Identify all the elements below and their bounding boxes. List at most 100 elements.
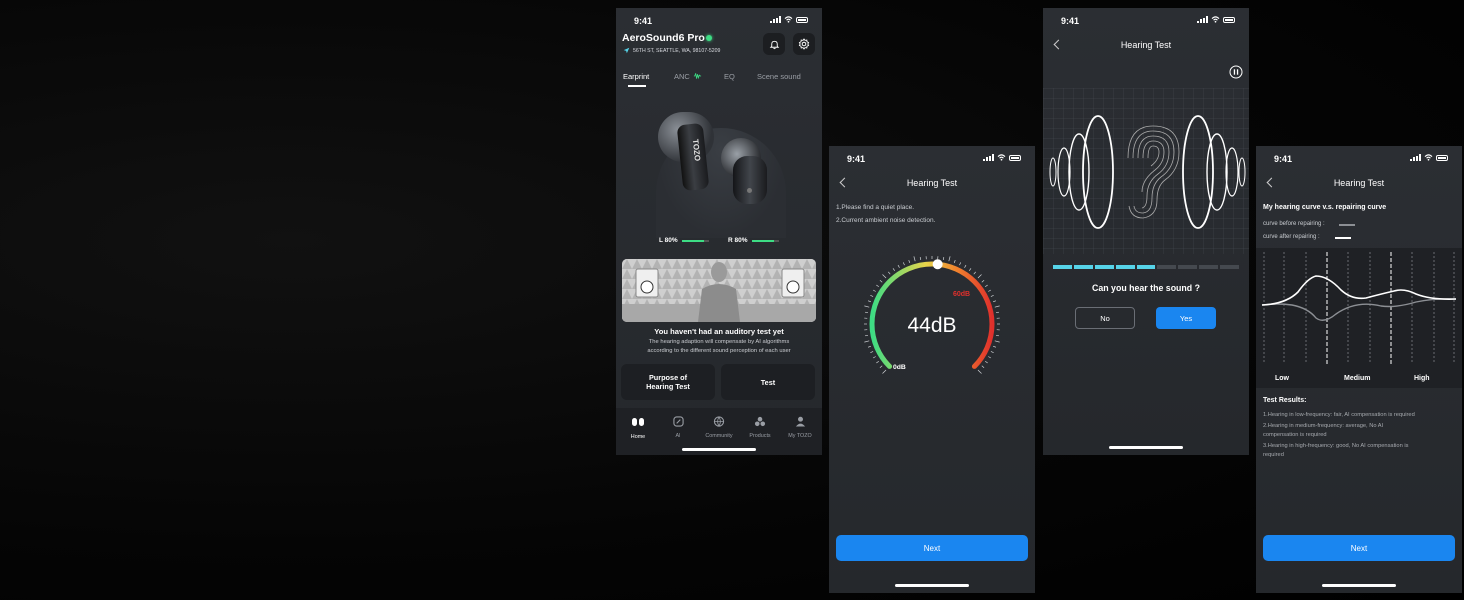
gauge-tick bbox=[913, 256, 916, 262]
tab-anc[interactable]: ANC bbox=[674, 72, 690, 81]
gauge-tick bbox=[994, 340, 1000, 343]
status-time: 9:41 bbox=[1061, 16, 1080, 26]
home-indicator bbox=[1322, 584, 1396, 587]
yes-button-label: Yes bbox=[1179, 313, 1193, 323]
gauge-tick bbox=[977, 369, 982, 374]
progress-segment bbox=[1053, 265, 1072, 269]
battery-icon bbox=[796, 16, 808, 23]
next-button[interactable]: Next bbox=[1263, 535, 1455, 561]
curve-before-repairing bbox=[1261, 298, 1457, 321]
earbud-sensor bbox=[747, 188, 752, 193]
battery-left-label: L 80% bbox=[659, 237, 678, 244]
gear-icon bbox=[798, 38, 810, 50]
progress-segment bbox=[1178, 265, 1198, 269]
nav-community[interactable]: Community bbox=[702, 414, 736, 439]
tab-eq[interactable]: EQ bbox=[724, 72, 735, 81]
ear-sound-illustration bbox=[1043, 88, 1249, 254]
gauge-tick bbox=[897, 264, 900, 268]
gauge-tick bbox=[908, 259, 911, 264]
instruction-1: 1.Please find a quiet place. bbox=[836, 204, 915, 211]
progress-segment bbox=[1073, 265, 1093, 269]
gauge-tick bbox=[990, 351, 994, 354]
gauge-tick bbox=[872, 356, 876, 359]
gauge-tick bbox=[988, 289, 992, 292]
status-time: 9:41 bbox=[634, 16, 653, 26]
gauge-tick bbox=[973, 271, 976, 275]
yes-button[interactable]: Yes bbox=[1156, 307, 1216, 329]
gauge-tick bbox=[864, 311, 869, 314]
gauge-tick bbox=[872, 289, 876, 292]
auditory-test-banner-image[interactable] bbox=[622, 259, 816, 322]
nav-home[interactable]: Home bbox=[625, 414, 651, 440]
battery-left-fill bbox=[682, 240, 704, 242]
banner-description-line1: The hearing adaption will compensate by … bbox=[648, 339, 790, 345]
connected-dot-icon bbox=[706, 35, 712, 41]
battery-icon bbox=[1009, 154, 1021, 161]
question-text: Can you hear the sound ? bbox=[1091, 283, 1200, 293]
earbud-body bbox=[733, 156, 767, 204]
nav-ai-label: AI bbox=[675, 433, 681, 439]
device-name[interactable]: AeroSound6 Pro bbox=[622, 32, 705, 44]
system-icons bbox=[770, 16, 808, 23]
noise-detection-screen: 9:41 Hearing Test 1.Please find a quiet … bbox=[829, 146, 1035, 593]
hearing-results-screen: 9:41 Hearing Test My hearing curve v.s. … bbox=[1256, 146, 1462, 593]
gauge-tick bbox=[990, 294, 994, 297]
signal-icon bbox=[1410, 154, 1421, 161]
next-button[interactable]: Next bbox=[836, 535, 1028, 561]
gauge-tick bbox=[876, 360, 879, 364]
nav-ai[interactable]: AI bbox=[665, 414, 691, 439]
status-time: 9:41 bbox=[847, 154, 866, 164]
gauge-tick bbox=[988, 356, 992, 359]
gauge-tick bbox=[888, 271, 891, 275]
gauge-tick bbox=[864, 305, 870, 308]
gauge-tick bbox=[879, 280, 883, 283]
gauge-tick bbox=[864, 340, 870, 343]
bell-icon bbox=[769, 40, 779, 49]
gauge-tick bbox=[977, 274, 982, 279]
battery-right-bar bbox=[752, 240, 779, 242]
progress-segment bbox=[1115, 265, 1135, 269]
status-bar: 9:41 bbox=[616, 8, 822, 32]
status-bar: 9:41 bbox=[829, 146, 1035, 170]
gauge-indicator-knob bbox=[932, 259, 943, 270]
gauge-tick bbox=[994, 305, 1000, 308]
test-button-label: Test bbox=[760, 377, 776, 387]
battery-right-label: R 80% bbox=[728, 237, 748, 244]
progress-segment bbox=[1199, 265, 1219, 269]
page-title: Hearing Test bbox=[1333, 178, 1385, 188]
result-1: 1.Hearing in low-frequency: fair, AI com… bbox=[1263, 412, 1415, 418]
gauge-tick bbox=[867, 300, 872, 303]
home-screen: 9:41 AeroSound6 Pro 56TH ST, SEATTLE, WA… bbox=[616, 8, 822, 455]
purpose-of-hearing-test-button[interactable]: Purpose of Hearing Test bbox=[621, 364, 715, 400]
legend-after-swatch bbox=[1335, 237, 1351, 239]
pause-icon[interactable] bbox=[1229, 65, 1243, 79]
hearing-curve-chart: Low Medium High bbox=[1256, 248, 1462, 388]
nav-products[interactable]: Products bbox=[744, 414, 776, 439]
home-indicator bbox=[895, 584, 969, 587]
signal-icon bbox=[983, 154, 994, 161]
gauge-tick bbox=[981, 365, 985, 368]
wifi-icon bbox=[784, 16, 793, 23]
progress-segment bbox=[1220, 265, 1240, 269]
nav-my-tozo[interactable]: My TOZO bbox=[784, 414, 816, 439]
settings-button[interactable] bbox=[793, 33, 815, 55]
no-button[interactable]: No bbox=[1075, 307, 1135, 329]
gauge-tick bbox=[870, 294, 874, 297]
gauge-tick bbox=[992, 300, 997, 303]
no-button-label: No bbox=[1100, 313, 1110, 323]
tab-scene-sound[interactable]: Scene sound bbox=[757, 72, 801, 81]
gauge-tick bbox=[867, 345, 872, 348]
gauge-tick bbox=[985, 360, 988, 364]
page-title: Hearing Test bbox=[1120, 40, 1172, 50]
battery-right-fill bbox=[752, 240, 774, 242]
tab-earprint[interactable]: Earprint bbox=[623, 72, 649, 81]
gauge-tick bbox=[870, 351, 874, 354]
ai-icon bbox=[672, 416, 684, 427]
test-button[interactable]: Test bbox=[721, 364, 815, 400]
tab-bar: Earprint ANC EQ Scene sound bbox=[616, 70, 822, 88]
curve-plot bbox=[1261, 252, 1457, 364]
gauge-tick bbox=[953, 259, 956, 264]
notification-button[interactable] bbox=[763, 33, 785, 55]
gauge-min-label: 0dB bbox=[893, 364, 906, 371]
banner-description-line2: according to the different sound percept… bbox=[647, 348, 791, 354]
